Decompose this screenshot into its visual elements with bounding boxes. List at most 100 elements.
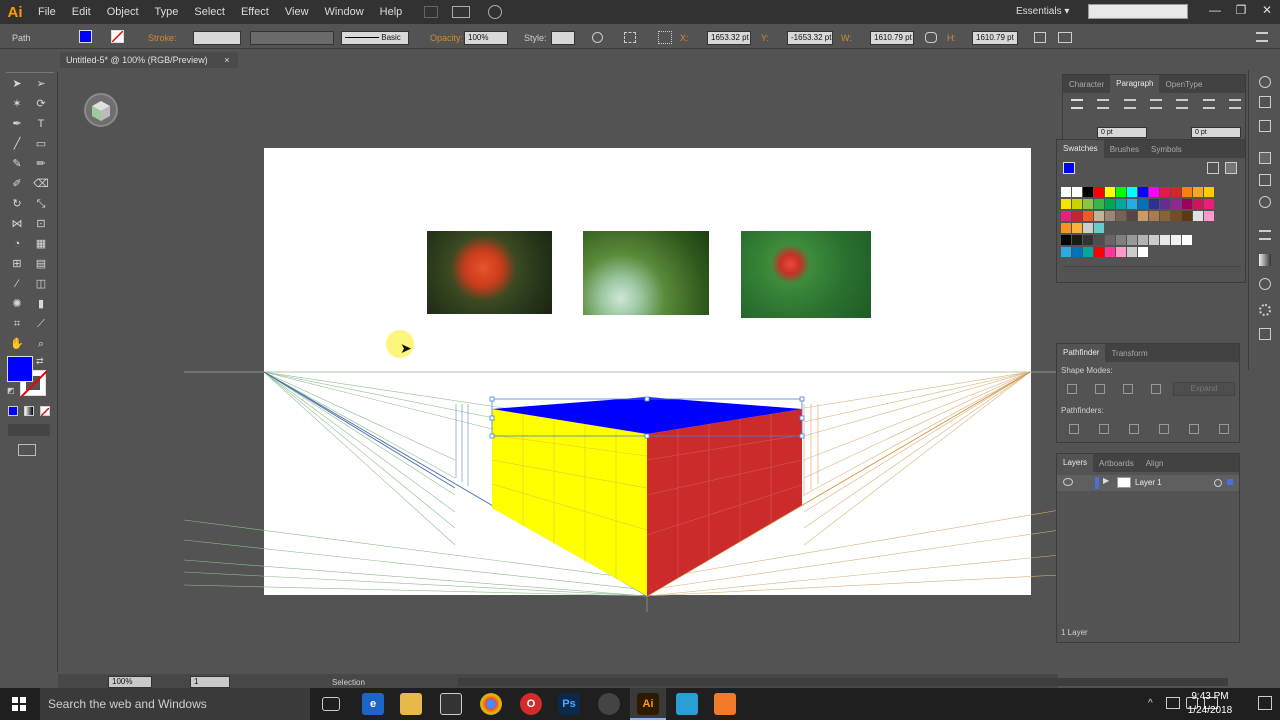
close-tab-icon[interactable]: × [224, 55, 229, 65]
align-to-icon[interactable] [624, 32, 636, 43]
slice-tool-icon[interactable]: ⟋ [32, 316, 50, 332]
color-swatch[interactable] [1116, 211, 1126, 221]
swatch-fill-indicator[interactable] [1063, 162, 1075, 174]
expand-arrow-icon[interactable]: ▶ [1103, 476, 1109, 485]
color-swatch[interactable] [1083, 187, 1093, 197]
color-guide-icon[interactable] [1259, 96, 1271, 108]
column-graph-tool-icon[interactable]: ▮ [32, 296, 50, 312]
color-swatch[interactable] [1083, 211, 1093, 221]
unite-icon[interactable] [1067, 384, 1077, 394]
color-swatch[interactable] [1138, 247, 1148, 257]
selection-tool-icon[interactable]: ➤ [8, 76, 26, 92]
shape-builder-tool-icon[interactable]: ◔ [8, 236, 26, 252]
color-swatch[interactable] [1160, 211, 1170, 221]
opacity-field[interactable]: 100% [464, 31, 508, 45]
menu-select[interactable]: Select [186, 6, 233, 18]
control-panel-menu-icon[interactable] [1256, 32, 1268, 42]
color-swatch[interactable] [1105, 211, 1115, 221]
perspective-grid-tool-icon[interactable]: ▦ [32, 236, 50, 252]
transparency-icon[interactable] [1259, 278, 1271, 290]
align-right-icon[interactable] [1123, 99, 1136, 109]
artboard-tool-icon[interactable]: ⌗ [8, 316, 26, 332]
tab-opentype[interactable]: OpenType [1159, 80, 1208, 89]
horizontal-scrollbar[interactable] [458, 678, 1228, 686]
file-explorer-icon[interactable] [400, 693, 422, 715]
photos-app-icon[interactable] [676, 693, 698, 715]
color-swatch[interactable] [1061, 199, 1071, 209]
color-swatch[interactable] [1138, 235, 1148, 245]
color-swatch[interactable] [1160, 199, 1170, 209]
windows-start-icon[interactable] [12, 697, 26, 711]
h-field[interactable]: 1610.79 pt [972, 31, 1018, 45]
document-tab[interactable]: Untitled-5* @ 100% (RGB/Preview) × [60, 52, 238, 68]
tab-brushes[interactable]: Brushes [1104, 145, 1145, 154]
line-tool-icon[interactable]: ╱ [8, 136, 26, 152]
direct-selection-tool-icon[interactable]: ➢ [32, 76, 50, 92]
eclipse-app-icon[interactable] [598, 693, 620, 715]
color-swatch[interactable] [1182, 187, 1192, 197]
thumbnail-view-icon[interactable] [1225, 162, 1237, 174]
color-swatch[interactable] [1160, 187, 1170, 197]
brushes-icon[interactable] [1259, 174, 1271, 186]
default-colors-icon[interactable]: ◩ [7, 386, 15, 395]
zoom-field[interactable]: 100% [108, 676, 152, 688]
justify-center-icon[interactable] [1176, 99, 1189, 109]
menu-type[interactable]: Type [147, 6, 187, 18]
restore-button[interactable]: ❐ [1228, 0, 1254, 20]
color-swatch[interactable] [1127, 187, 1137, 197]
color-swatch[interactable] [1116, 235, 1126, 245]
visibility-eye-icon[interactable] [1063, 478, 1073, 486]
color-swatch[interactable] [1149, 199, 1159, 209]
color-swatch[interactable] [1171, 199, 1181, 209]
expand-button[interactable]: Expand [1173, 382, 1235, 396]
type-tool-icon[interactable]: T [32, 116, 50, 132]
left-indent-field[interactable]: 0 pt [1097, 127, 1147, 138]
free-transform-tool-icon[interactable]: ⊡ [32, 216, 50, 232]
blend-tool-icon[interactable]: ◫ [32, 276, 50, 292]
variable-width-profile[interactable] [250, 31, 334, 45]
tab-layers[interactable]: Layers [1057, 454, 1094, 472]
tab-symbols[interactable]: Symbols [1145, 145, 1188, 154]
tab-character[interactable]: Character [1063, 80, 1110, 89]
bridge-icon[interactable] [424, 6, 439, 18]
color-swatch[interactable] [1094, 199, 1104, 209]
menu-edit[interactable]: Edit [64, 6, 99, 18]
align-left-icon[interactable] [1071, 99, 1083, 109]
scale-tool-icon[interactable]: ⤡ [32, 196, 50, 212]
x-field[interactable]: 1653.32 pt [707, 31, 751, 45]
none-mode-icon[interactable] [40, 406, 50, 417]
magic-wand-tool-icon[interactable]: ✶ [8, 96, 26, 112]
edge-browser-icon[interactable]: e [362, 693, 384, 715]
width-tool-icon[interactable]: ⋈ [8, 216, 26, 232]
color-swatch[interactable] [1171, 187, 1181, 197]
color-swatch[interactable] [1193, 199, 1203, 209]
minimize-button[interactable]: — [1202, 0, 1228, 20]
color-swatch[interactable] [1105, 199, 1115, 209]
tab-align[interactable]: Align [1140, 459, 1170, 468]
eyedropper-tool-icon[interactable]: ⁄ [8, 276, 26, 292]
color-swatch[interactable] [1083, 235, 1093, 245]
rectangle-tool-icon[interactable]: ▭ [32, 136, 50, 152]
color-swatch[interactable] [1105, 247, 1115, 257]
menu-view[interactable]: View [277, 6, 317, 18]
opacity-label[interactable]: Opacity: [430, 33, 463, 43]
color-swatch[interactable] [1127, 199, 1137, 209]
swap-colors-icon[interactable]: ⇄ [36, 356, 44, 367]
menu-effect[interactable]: Effect [233, 6, 277, 18]
color-swatch[interactable] [1182, 199, 1192, 209]
justify-all-icon[interactable] [1228, 99, 1241, 109]
taskbar-search-box[interactable]: Search the web and Windows [40, 688, 310, 720]
swatches-icon[interactable] [1259, 152, 1271, 164]
minus-back-icon[interactable] [1219, 424, 1229, 434]
shaper-tool-icon[interactable]: ✐ [8, 176, 26, 192]
color-swatch[interactable] [1061, 223, 1071, 233]
list-view-icon[interactable] [1207, 162, 1219, 174]
color-swatch[interactable] [1204, 211, 1214, 221]
color-swatch[interactable] [1116, 247, 1126, 257]
color-swatch[interactable] [1072, 235, 1082, 245]
tab-paragraph[interactable]: Paragraph [1110, 75, 1160, 93]
color-swatch[interactable] [1072, 223, 1082, 233]
rotate-tool-icon[interactable]: ↻ [8, 196, 26, 212]
trim-icon[interactable] [1099, 424, 1109, 434]
lasso-tool-icon[interactable]: ⟳ [32, 96, 50, 112]
